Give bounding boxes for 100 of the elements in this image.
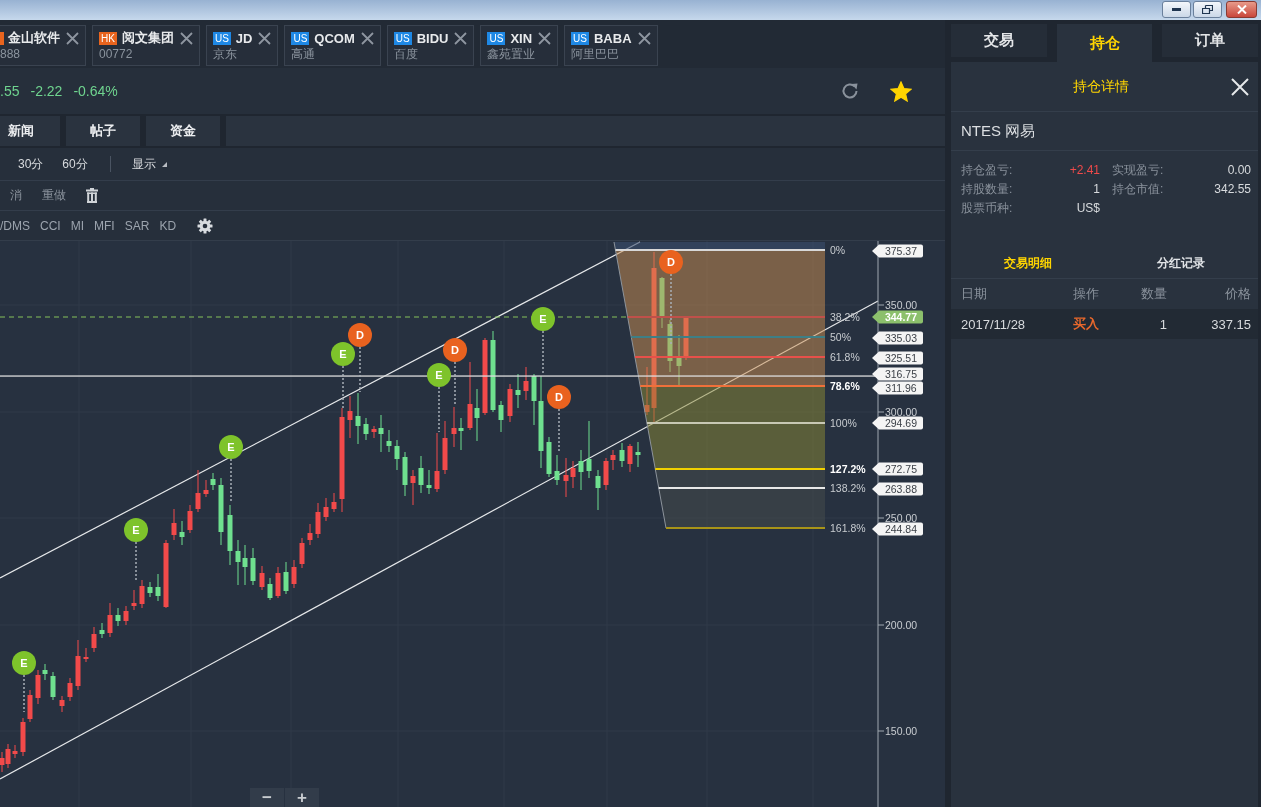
stock-tab[interactable]: US BIDU 百度 (386, 25, 475, 66)
indicator-option[interactable]: KD (159, 218, 177, 233)
detail-value: +2.41 (1069, 163, 1100, 178)
period-option[interactable]: 30分 (18, 155, 44, 173)
price-value: .55 (0, 83, 20, 99)
stock-tab[interactable]: US BABA 阿里巴巴 (564, 25, 658, 66)
minimize-button[interactable] (1162, 1, 1191, 18)
market-badge: US (393, 31, 412, 45)
price-tag: 294.69 (872, 416, 923, 430)
close-icon[interactable] (258, 31, 272, 45)
undo-option[interactable]: 消 (10, 187, 22, 204)
leader-line (558, 408, 560, 453)
section-tab[interactable]: 新闻 (0, 116, 60, 146)
price-tag: 263.88 (872, 482, 923, 496)
restore-button[interactable] (1193, 1, 1222, 18)
close-icon[interactable] (66, 31, 79, 45)
table-cell-text: 1 (1158, 316, 1167, 332)
redo-option[interactable]: 重做 (42, 187, 66, 204)
stock-title: 阅文集团 (121, 29, 174, 47)
price-tag: 272.75 (872, 462, 923, 476)
table-row[interactable]: 2017/11/28 买入 1 337.15 (951, 309, 1258, 339)
detail-label: 股票币种: (961, 201, 1013, 216)
axis-label: 350.00 (885, 298, 918, 311)
market-badge: US (571, 31, 589, 45)
price-tag: 375.37 (872, 244, 923, 258)
display-dropdown[interactable]: 显示 (131, 155, 167, 173)
detail-label: 持仓盈亏: (961, 163, 1013, 178)
fib-level-label: 100% (830, 417, 857, 429)
leader-line (542, 330, 544, 375)
axis-label: 200.00 (885, 618, 918, 631)
stock-subtitle: 鑫苑置业 (487, 47, 537, 62)
stock-subtitle: 阿里巴巴 (571, 47, 621, 62)
caret-icon (161, 161, 167, 167)
axis-label: 250.00 (885, 511, 918, 524)
panel-tab[interactable]: 持仓 (1056, 24, 1153, 62)
column-header: 数量 (1140, 285, 1167, 303)
zoom-out-button[interactable]: − (250, 788, 284, 807)
stock-tab[interactable]: US QCOM 高通 (284, 25, 381, 66)
section-tab[interactable]: 资金 (146, 116, 220, 146)
stock-title: JD (235, 30, 253, 46)
fib-level-label: 0% (830, 244, 846, 256)
detail-label: 持股数量: (961, 182, 1013, 197)
indicator-option[interactable]: MFI (94, 218, 115, 233)
stock-subtitle: 00772 (99, 47, 134, 62)
leader-line (23, 674, 25, 713)
close-icon[interactable] (454, 31, 468, 45)
indicator-option[interactable]: CCI (40, 218, 61, 233)
axis-label: 150.00 (885, 724, 918, 737)
record-tab[interactable]: 分红记录 (1104, 249, 1258, 278)
indicator-option[interactable]: MI (70, 218, 84, 233)
indicator-option[interactable]: /DMS (0, 218, 30, 233)
stock-title: BABA (593, 30, 632, 46)
settings-icon[interactable] (197, 217, 214, 234)
panel-title: 持仓详情 (1072, 77, 1129, 96)
market-badge: HK (99, 31, 117, 45)
axis-label: 300.00 (885, 405, 918, 418)
column-header: 操作 (1073, 285, 1100, 303)
stock-subtitle: 京东 (212, 47, 238, 62)
period-option[interactable]: 60分 (62, 155, 88, 173)
stock-tab[interactable]: US JD 京东 (205, 25, 279, 66)
price-tag: 316.75 (872, 367, 923, 381)
fib-level-label: 78.6% (830, 380, 860, 392)
leader-line (438, 386, 440, 433)
stock-title: XIN (510, 30, 533, 46)
stock-tab[interactable]: HK 阅文集团 00772 (92, 25, 200, 66)
close-button[interactable] (1226, 1, 1257, 18)
star-icon[interactable] (890, 80, 912, 102)
record-tab[interactable]: 交易明细 (951, 249, 1105, 278)
percent-change: -0.64% (73, 83, 118, 99)
refresh-icon[interactable] (840, 81, 860, 101)
table-cell-text: 2017/11/28 (961, 316, 1027, 332)
stock-subtitle: 888 (0, 47, 22, 62)
fib-level-label: 127.2% (830, 463, 866, 475)
column-header: 日期 (961, 285, 988, 303)
market-badge: US (291, 31, 310, 45)
price-tag: 311.96 (872, 381, 923, 395)
stock-tab[interactable]: US XIN 鑫苑置业 (480, 25, 559, 66)
stock-subtitle: 百度 (393, 47, 419, 62)
trash-icon[interactable] (86, 188, 98, 203)
fib-level-label: 61.8% (830, 351, 860, 363)
section-tab[interactable]: 帖子 (66, 116, 140, 146)
stock-title: QCOM (314, 30, 355, 46)
close-icon[interactable] (360, 31, 374, 45)
close-icon[interactable] (179, 31, 193, 45)
leader-line (342, 365, 344, 411)
stock-subtitle: 高通 (291, 47, 317, 62)
panel-tab[interactable]: 订单 (1162, 24, 1258, 57)
detail-value: 0.00 (1227, 163, 1251, 178)
market-badge: US (212, 31, 231, 45)
close-icon[interactable] (538, 31, 552, 45)
stock-tab[interactable]: 金山软件 888 (0, 25, 86, 66)
close-icon[interactable] (637, 31, 651, 45)
panel-tab[interactable]: 交易 (951, 24, 1047, 57)
price-tag: 325.51 (872, 351, 923, 365)
stock-title: BIDU (416, 30, 449, 46)
leader-line (359, 346, 361, 393)
detail-label: 持仓市值: (1112, 182, 1164, 197)
indicator-option[interactable]: SAR (124, 218, 150, 233)
zoom-in-button[interactable]: + (285, 788, 319, 807)
minimize-icon (1172, 8, 1181, 11)
